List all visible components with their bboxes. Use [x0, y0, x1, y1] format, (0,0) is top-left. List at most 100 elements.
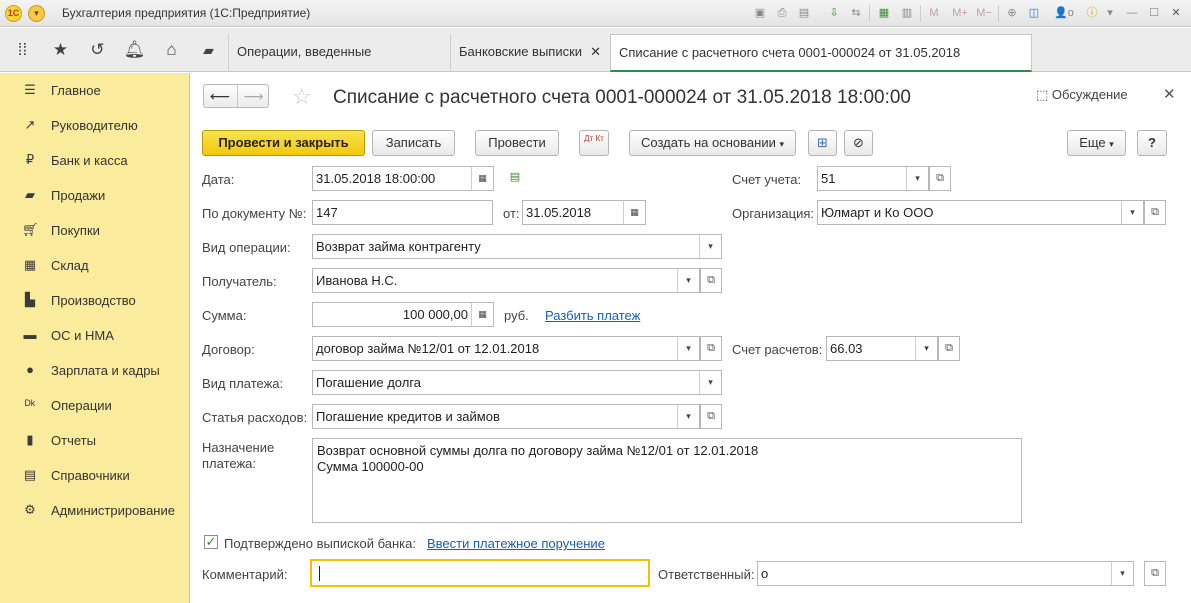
recipient-field[interactable]: Иванова Н.С. ▾ — [312, 268, 700, 293]
minimize-icon[interactable]: — — [1124, 5, 1140, 21]
chevron-down-icon[interactable]: ▾ — [677, 405, 699, 428]
tab-close-icon[interactable]: ✕ — [590, 44, 601, 59]
memory-plus-icon[interactable]: M+ — [950, 5, 970, 21]
account-value: 51 — [821, 171, 836, 186]
history-icon[interactable]: ↺ — [79, 28, 116, 72]
chevron-down-icon[interactable]: ▾ — [906, 167, 928, 190]
chevron-down-icon[interactable]: ▾ — [699, 371, 721, 394]
sidebar-item-10[interactable]: ▮ Отчеты — [0, 423, 190, 458]
post-and-close-button[interactable]: Провести и закрыть — [202, 130, 365, 156]
open-responsible-icon[interactable]: ⧉ — [1144, 561, 1166, 586]
panels-icon[interactable]: ◫ — [1026, 5, 1042, 21]
sidebar-item-6[interactable]: ▙ Производство — [0, 283, 190, 318]
docnum-field[interactable]: 147 — [312, 200, 493, 225]
main-menu-icon[interactable]: ▾ — [28, 5, 45, 22]
chevron-down-icon[interactable]: ▾ — [1111, 562, 1133, 585]
open-recipient-icon[interactable]: ⧉ — [700, 268, 722, 293]
date-value: 31.05.2018 18:00:00 — [316, 171, 436, 186]
open-settlement-account-icon[interactable]: ⧉ — [938, 336, 960, 361]
favorite-star-icon[interactable]: ☆ — [292, 84, 312, 110]
calculator-icon[interactable]: ▦ — [876, 5, 892, 21]
zoom-icon[interactable]: ⊕ — [1004, 5, 1020, 21]
info-icon[interactable]: ⓘ — [1084, 5, 1100, 21]
optype-select[interactable]: Возврат займа контрагенту ▾ — [312, 234, 722, 259]
tab-current-document[interactable]: Списание с расчетного счета 0001-000024 … — [610, 34, 1032, 96]
memory-m-icon[interactable]: M — [926, 5, 942, 21]
download-icon[interactable]: ⇩ — [826, 5, 842, 21]
discussion-button[interactable]: ⬚ Обсуждение — [1036, 87, 1128, 103]
paytype-select[interactable]: Погашение долга ▾ — [312, 370, 722, 395]
sidebar-item-8[interactable]: ● Зарплата и кадры — [0, 353, 190, 388]
calendar-icon[interactable]: ▦ — [623, 201, 645, 224]
open-expense-icon[interactable]: ⧉ — [700, 404, 722, 429]
settlement-account-field[interactable]: 66.03 ▾ — [826, 336, 938, 361]
warehouse-icon: ▦ — [23, 257, 37, 272]
chevron-down-icon[interactable]: ▾ — [915, 337, 937, 360]
date-field[interactable]: 31.05.2018 18:00:00 ▦ — [312, 166, 494, 191]
back-arrow-icon[interactable]: ⟵ — [204, 85, 236, 107]
dt-kt-icon[interactable]: Дт Кт — [579, 130, 609, 156]
sidebar-item-4[interactable]: 🛒︎ Покупки — [0, 213, 190, 248]
purpose-textarea[interactable]: Возврат основной суммы долга по договору… — [312, 438, 1022, 523]
open-contract-icon[interactable]: ⧉ — [700, 336, 722, 361]
user-icon[interactable]: 👤o — [1052, 5, 1076, 21]
factory-icon: ▙ — [25, 292, 35, 307]
chevron-down-icon[interactable]: ▾ — [677, 269, 699, 292]
chevron-down-icon[interactable]: ▾ — [699, 235, 721, 258]
open-organization-icon[interactable]: ⧉ — [1144, 200, 1166, 225]
favorites-star-icon[interactable]: ★ — [42, 28, 79, 72]
sidebar-item-0[interactable]: ☰ Главное — [0, 73, 190, 108]
calculator-icon[interactable]: ▦ — [471, 303, 493, 326]
trend-icon: ↗ — [24, 117, 36, 132]
doc-status-icon[interactable]: ▤ — [504, 166, 526, 191]
memory-minus-icon[interactable]: M− — [974, 5, 994, 21]
chat-icon[interactable]: ▰ — [190, 28, 227, 72]
split-payment-link[interactable]: Разбить платеж — [545, 308, 640, 323]
chevron-down-icon[interactable]: ▾ — [1121, 201, 1143, 224]
link-icon[interactable]: ⇆ — [848, 5, 864, 21]
save-button[interactable]: Записать — [372, 130, 455, 156]
bank-confirmed-checkbox[interactable]: ✓ — [204, 535, 218, 549]
from-date-field[interactable]: 31.05.2018 ▦ — [522, 200, 646, 225]
organization-field[interactable]: Юлмарт и Ко ООО ▾ — [817, 200, 1144, 225]
preview-icon[interactable]: ▤ — [796, 5, 812, 21]
home-icon[interactable]: ⌂ — [153, 28, 190, 72]
post-button[interactable]: Провести — [475, 130, 559, 156]
sidebar-item-11[interactable]: ▤ Справочники — [0, 458, 190, 493]
forward-arrow-icon[interactable]: ⟶ — [237, 85, 269, 107]
sidebar-item-9[interactable]: ᴰᵏ Операции — [0, 388, 190, 423]
sidebar-item-1[interactable]: ↗ Руководителю — [0, 108, 190, 143]
create-based-on-button[interactable]: Создать на основании ▾ — [629, 130, 796, 156]
sidebar-item-7[interactable]: ▬ ОС и НМА — [0, 318, 190, 353]
sum-field[interactable]: 100 000,00 ▦ — [312, 302, 494, 327]
chevron-down-icon[interactable]: ▾ — [677, 337, 699, 360]
expense-field[interactable]: Погашение кредитов и займов ▾ — [312, 404, 700, 429]
save-icon[interactable]: ▣ — [752, 5, 768, 21]
print-icon[interactable]: ⎙ — [774, 5, 790, 21]
open-account-icon[interactable]: ⧉ — [929, 166, 951, 191]
tab-manual-operations[interactable]: Операции, введенные вручную✕ — [228, 34, 449, 95]
enter-payorder-link[interactable]: Ввести платежное поручение — [427, 536, 605, 551]
chevron-down-icon[interactable]: ▾ — [1102, 5, 1118, 21]
calendar-icon[interactable]: ▥ — [899, 5, 915, 21]
calendar-icon[interactable]: ▦ — [471, 167, 493, 190]
notifications-bell-icon[interactable]: 🔔︎ — [116, 28, 153, 72]
close-window-icon[interactable]: ✕ — [1168, 5, 1184, 21]
tab-bank-statements[interactable]: Банковские выписки ✕ — [450, 34, 609, 72]
responsible-field[interactable]: о ▾ — [757, 561, 1134, 586]
sidebar-item-3[interactable]: ▰ Продажи — [0, 178, 190, 213]
structure-icon[interactable]: ⊞ — [808, 130, 837, 156]
maximize-icon[interactable]: ☐ — [1146, 5, 1162, 21]
apps-grid-icon[interactable]: ⁞⁞ — [4, 28, 41, 72]
person-icon: ● — [26, 362, 34, 377]
more-button[interactable]: Еще ▾ — [1067, 130, 1126, 156]
sidebar-item-2[interactable]: ₽ Банк и касса — [0, 143, 190, 178]
help-button[interactable]: ? — [1137, 130, 1167, 156]
sidebar-item-5[interactable]: ▦ Склад — [0, 248, 190, 283]
comment-input[interactable] — [310, 559, 650, 587]
contract-field[interactable]: договор займа №12/01 от 12.01.2018 ▾ — [312, 336, 700, 361]
sidebar-item-12[interactable]: ⚙ Администрирование — [0, 493, 190, 528]
attachment-icon[interactable]: ⊘ — [844, 130, 873, 156]
close-form-icon[interactable]: ✕ — [1163, 85, 1176, 103]
account-field[interactable]: 51 ▾ — [817, 166, 929, 191]
